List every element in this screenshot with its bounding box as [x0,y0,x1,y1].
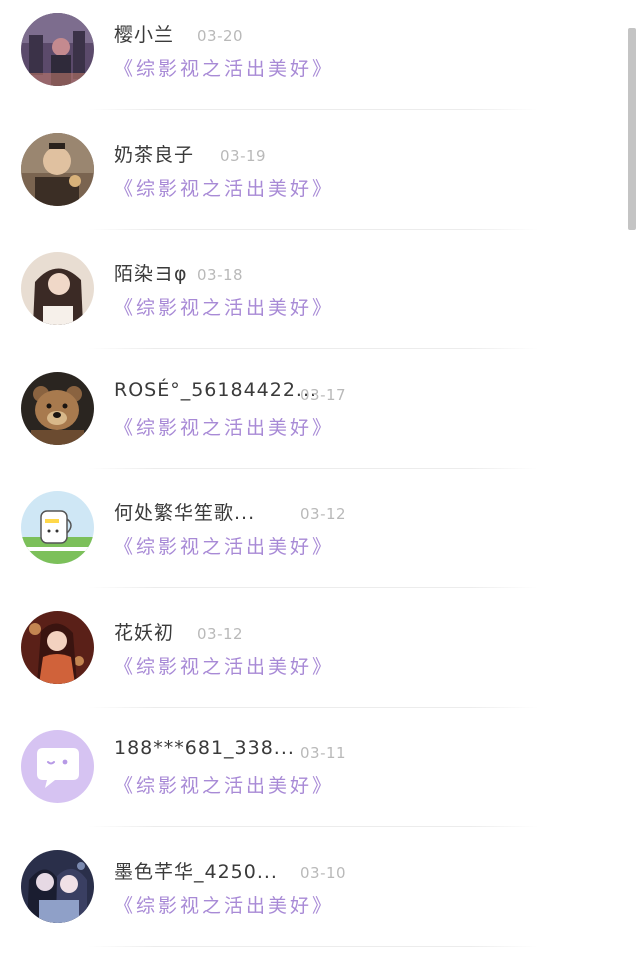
conversation-item[interactable]: 何处繁华笙歌... 03-12 《综影视之活出美好》 [0,478,620,598]
avatar[interactable] [21,730,94,803]
book-title: 《综影视之活出美好》 [114,655,335,678]
divider [88,826,538,827]
conversation-item[interactable]: 188***681_338... 03-11 《综影视之活出美好》 [0,717,620,837]
conversation-date: 03-20 [197,27,244,45]
avatar-photo-icon [21,252,94,325]
divider [88,587,538,588]
conversation-date: 03-19 [220,146,267,165]
avatar[interactable] [21,132,94,206]
divider [88,706,538,708]
avatar-photo-icon [21,13,94,86]
conversation-date: 03-18 [197,266,244,284]
conversation-name: 何处繁华笙歌... [114,502,256,524]
conversation-date: 03-17 [300,385,347,404]
avatar[interactable] [21,371,94,445]
conversation-item[interactable]: 花妖初 03-12 《综影视之活出美好》 [0,598,620,718]
anime-girl-icon [21,610,94,684]
avatar[interactable] [21,252,94,325]
book-title: 《综影视之活出美好》 [114,177,335,200]
conversation-date: 03-12 [197,624,244,643]
anime-couple-icon [21,849,94,923]
book-title: 《综影视之活出美好》 [114,894,335,917]
conversation-item[interactable]: 奶茶良子 03-19 《综影视之活出美好》 [0,120,620,240]
conversation-item[interactable]: ROSÉ°_56184422... 03-17 《综影视之活出美好》 [0,359,620,479]
teddy-bear-icon [21,371,94,445]
cartoon-cup-icon [21,491,94,564]
chat-bubble-icon [21,730,94,803]
book-title: 《综影视之活出美好》 [114,416,335,439]
divider [88,467,538,469]
conversation-date: 03-11 [300,744,347,762]
conversation-name: 墨色芊华_4250... [114,860,278,883]
divider [88,945,538,947]
conversation-name: 樱小兰 [114,24,175,46]
book-title: 《综影视之活出美好》 [114,536,335,558]
book-title: 《综影视之活出美好》 [114,58,335,80]
book-title: 《综影视之活出美好》 [114,297,335,319]
conversation-name: ROSÉ°_56184422... [114,378,318,401]
avatar-photo-icon [21,132,94,206]
book-title: 《综影视之活出美好》 [114,775,335,797]
conversation-item[interactable]: 陌染ヨφ 03-18 《综影视之活出美好》 [0,239,620,359]
conversation-name: 花妖初 [114,621,175,644]
divider [88,109,538,110]
avatar[interactable] [21,491,94,564]
conversation-name: 陌染ヨφ [114,263,188,285]
conversation-item[interactable]: 樱小兰 03-20 《综影视之活出美好》 [0,0,620,120]
conversation-name: 188***681_338... [114,737,295,759]
conversation-date: 03-12 [300,505,347,523]
avatar[interactable] [21,13,94,86]
conversation-item[interactable]: 墨色芊华_4250... 03-10 《综影视之活出美好》 [0,837,620,957]
avatar[interactable] [21,610,94,684]
scrollbar[interactable] [628,28,636,230]
conversation-date: 03-10 [300,863,347,882]
avatar[interactable] [21,849,94,923]
divider [88,228,538,230]
divider [88,348,538,349]
conversation-name: 奶茶良子 [114,143,195,166]
